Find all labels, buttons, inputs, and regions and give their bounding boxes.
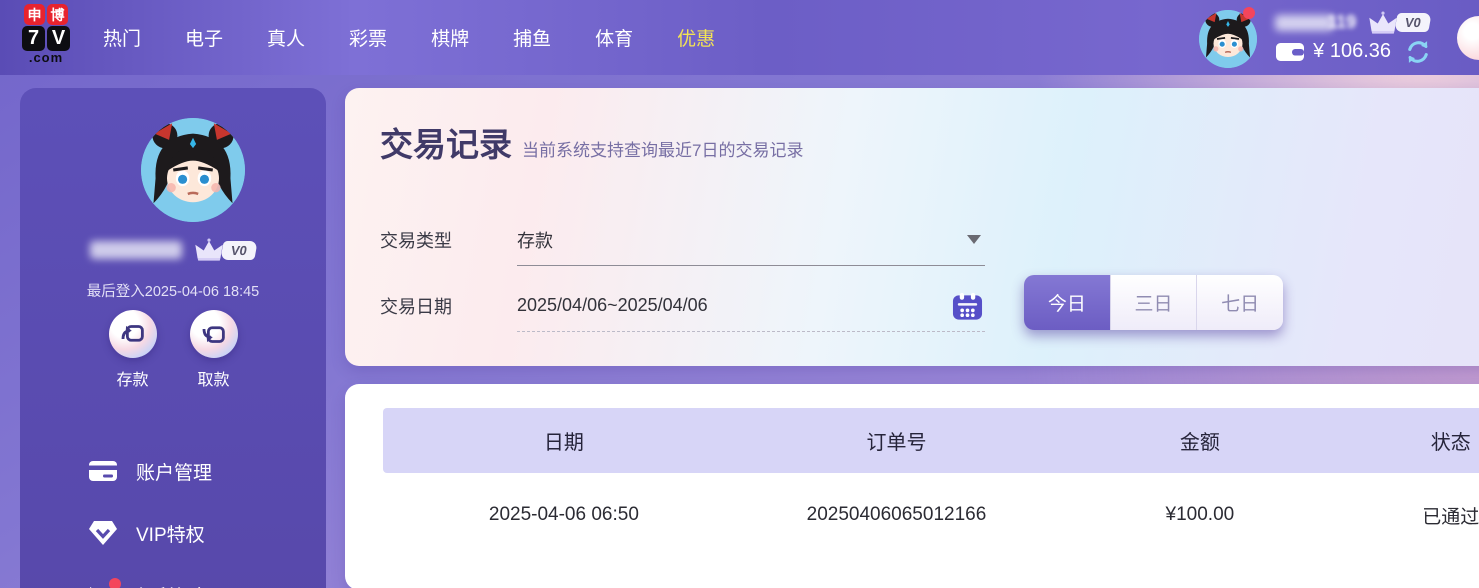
refresh-balance-icon[interactable] bbox=[1405, 39, 1431, 65]
transaction-type-select[interactable]: 存款 bbox=[517, 214, 985, 266]
notification-dot bbox=[1243, 7, 1255, 19]
logo-7v-row: 7 V bbox=[22, 26, 70, 51]
logo-brand-row: 申 博 bbox=[24, 4, 68, 25]
column-header-amount: 金额 bbox=[1048, 426, 1351, 455]
transaction-type-label: 交易类型 bbox=[380, 227, 517, 253]
withdraw-button[interactable]: 取款 bbox=[190, 310, 238, 390]
sidebar-menu: 账户管理 VIP特权 红利红包 bbox=[88, 440, 308, 588]
sidebar-vip-level-badge: V0 bbox=[220, 241, 257, 260]
nav-user-area: 119 V0 ¥ 106.36 bbox=[1199, 0, 1431, 75]
balance-amount: ¥ 106.36 bbox=[1313, 40, 1391, 63]
transaction-table-panel: 日期 订单号 金额 状态 2025-04-06 06:50 2025040606… bbox=[345, 384, 1479, 588]
page-title: 交易记录 bbox=[380, 118, 512, 166]
username-digits: 119 bbox=[1327, 12, 1356, 33]
vip-level-badge: V0 bbox=[1395, 13, 1432, 32]
sidebar: V0 最后登入2025-04-06 18:45 存款 取款 bbox=[20, 88, 326, 588]
logo-com-suffix: .com bbox=[29, 52, 63, 64]
vip-crown-icon bbox=[1368, 11, 1398, 35]
transaction-date-label: 交易日期 bbox=[380, 293, 517, 319]
column-header-status: 状态 bbox=[1352, 426, 1479, 455]
nav-item-slots[interactable]: 电子 bbox=[185, 24, 223, 51]
cell-date: 2025-04-06 06:50 bbox=[383, 504, 745, 526]
range-button-today[interactable]: 今日 bbox=[1024, 275, 1110, 330]
sidebar-item-account-management[interactable]: 账户管理 bbox=[88, 440, 308, 502]
nav-user-info: 119 V0 ¥ 106.36 bbox=[1275, 11, 1431, 65]
support-floating-button[interactable] bbox=[1457, 16, 1479, 60]
column-header-date: 日期 bbox=[383, 426, 745, 455]
deposit-icon bbox=[109, 310, 157, 358]
logo-char-shen: 申 bbox=[24, 4, 45, 25]
username-row: 119 V0 bbox=[1275, 11, 1431, 35]
sidebar-avatar[interactable] bbox=[141, 118, 245, 222]
sidebar-vip-crown-icon bbox=[194, 238, 224, 262]
range-button-3days[interactable]: 三日 bbox=[1110, 275, 1197, 330]
logo-char-7: 7 bbox=[22, 26, 45, 51]
transaction-date-value: 2025/04/06~2025/04/06 bbox=[517, 295, 708, 316]
nav-item-hot[interactable]: 热门 bbox=[103, 24, 141, 51]
vip-diamond-icon bbox=[88, 520, 118, 546]
calendar-icon[interactable] bbox=[952, 291, 983, 321]
transaction-type-row: 交易类型 存款 bbox=[380, 214, 985, 266]
transaction-date-row: 交易日期 2025/04/06~2025/04/06 bbox=[380, 280, 985, 332]
chevron-down-icon bbox=[967, 235, 981, 244]
panel-title-row: 交易记录 当前系统支持查询最近7日的交易记录 bbox=[380, 118, 803, 166]
nav-item-lottery[interactable]: 彩票 bbox=[349, 24, 387, 51]
sidebar-avatar-image bbox=[141, 118, 245, 222]
table-header: 日期 订单号 金额 状态 bbox=[383, 408, 1479, 473]
column-header-order-no: 订单号 bbox=[745, 426, 1048, 455]
red-packet-icon bbox=[88, 582, 118, 588]
quick-actions: 存款 取款 bbox=[20, 310, 326, 390]
sidebar-username-row: V0 bbox=[20, 238, 326, 262]
sidebar-item-bonus-redpacket[interactable]: 红利红包 bbox=[88, 564, 308, 588]
cell-order-no: 20250406065012166 bbox=[745, 504, 1048, 526]
nav-item-live[interactable]: 真人 bbox=[267, 24, 305, 51]
transaction-type-value: 存款 bbox=[517, 227, 553, 253]
nav-item-chess[interactable]: 棋牌 bbox=[431, 24, 469, 51]
nav-item-sports[interactable]: 体育 bbox=[595, 24, 633, 51]
nav-item-fishing[interactable]: 捕鱼 bbox=[513, 24, 551, 51]
sidebar-item-label: 红利红包 bbox=[136, 582, 212, 588]
main-content: 交易记录 当前系统支持查询最近7日的交易记录 交易类型 存款 交易日期 2025… bbox=[345, 88, 1479, 588]
cell-status: 已通过 bbox=[1352, 502, 1479, 529]
sidebar-item-label: 账户管理 bbox=[136, 458, 212, 485]
logo-char-v: V bbox=[47, 26, 70, 51]
page-subtitle: 当前系统支持查询最近7日的交易记录 bbox=[522, 136, 803, 161]
nav-menu: 热门 电子 真人 彩票 棋牌 捕鱼 体育 优惠 bbox=[103, 0, 715, 75]
last-login-text: 最后登入2025-04-06 18:45 bbox=[20, 280, 326, 301]
bank-card-icon bbox=[88, 458, 118, 484]
site-logo[interactable]: 申 博 7 V .com bbox=[22, 4, 70, 64]
sidebar-item-vip-privileges[interactable]: VIP特权 bbox=[88, 502, 308, 564]
date-range-button-group: 今日 三日 七日 bbox=[1024, 275, 1283, 330]
transaction-date-input[interactable]: 2025/04/06~2025/04/06 bbox=[517, 280, 985, 332]
range-button-7days[interactable]: 七日 bbox=[1196, 275, 1283, 330]
top-navbar: 申 博 7 V .com 热门 电子 真人 彩票 棋牌 捕鱼 体育 优惠 119 bbox=[0, 0, 1479, 75]
sidebar-item-label: VIP特权 bbox=[136, 520, 205, 547]
transaction-filter-panel: 交易记录 当前系统支持查询最近7日的交易记录 交易类型 存款 交易日期 2025… bbox=[345, 88, 1479, 366]
username-blurred bbox=[1275, 15, 1333, 31]
sidebar-username-blurred bbox=[90, 241, 182, 259]
logo-char-bo: 博 bbox=[47, 4, 68, 25]
nav-item-promotions[interactable]: 优惠 bbox=[677, 24, 715, 51]
balance-row: ¥ 106.36 bbox=[1275, 39, 1431, 65]
packet-notification-dot bbox=[109, 578, 121, 588]
user-avatar[interactable] bbox=[1199, 10, 1257, 68]
cell-amount: ¥100.00 bbox=[1048, 504, 1351, 526]
wallet-icon bbox=[1275, 40, 1305, 64]
table-row: 2025-04-06 06:50 20250406065012166 ¥100.… bbox=[383, 473, 1479, 557]
withdraw-icon bbox=[190, 310, 238, 358]
deposit-label: 存款 bbox=[116, 366, 148, 390]
withdraw-label: 取款 bbox=[197, 366, 229, 390]
deposit-button[interactable]: 存款 bbox=[109, 310, 157, 390]
